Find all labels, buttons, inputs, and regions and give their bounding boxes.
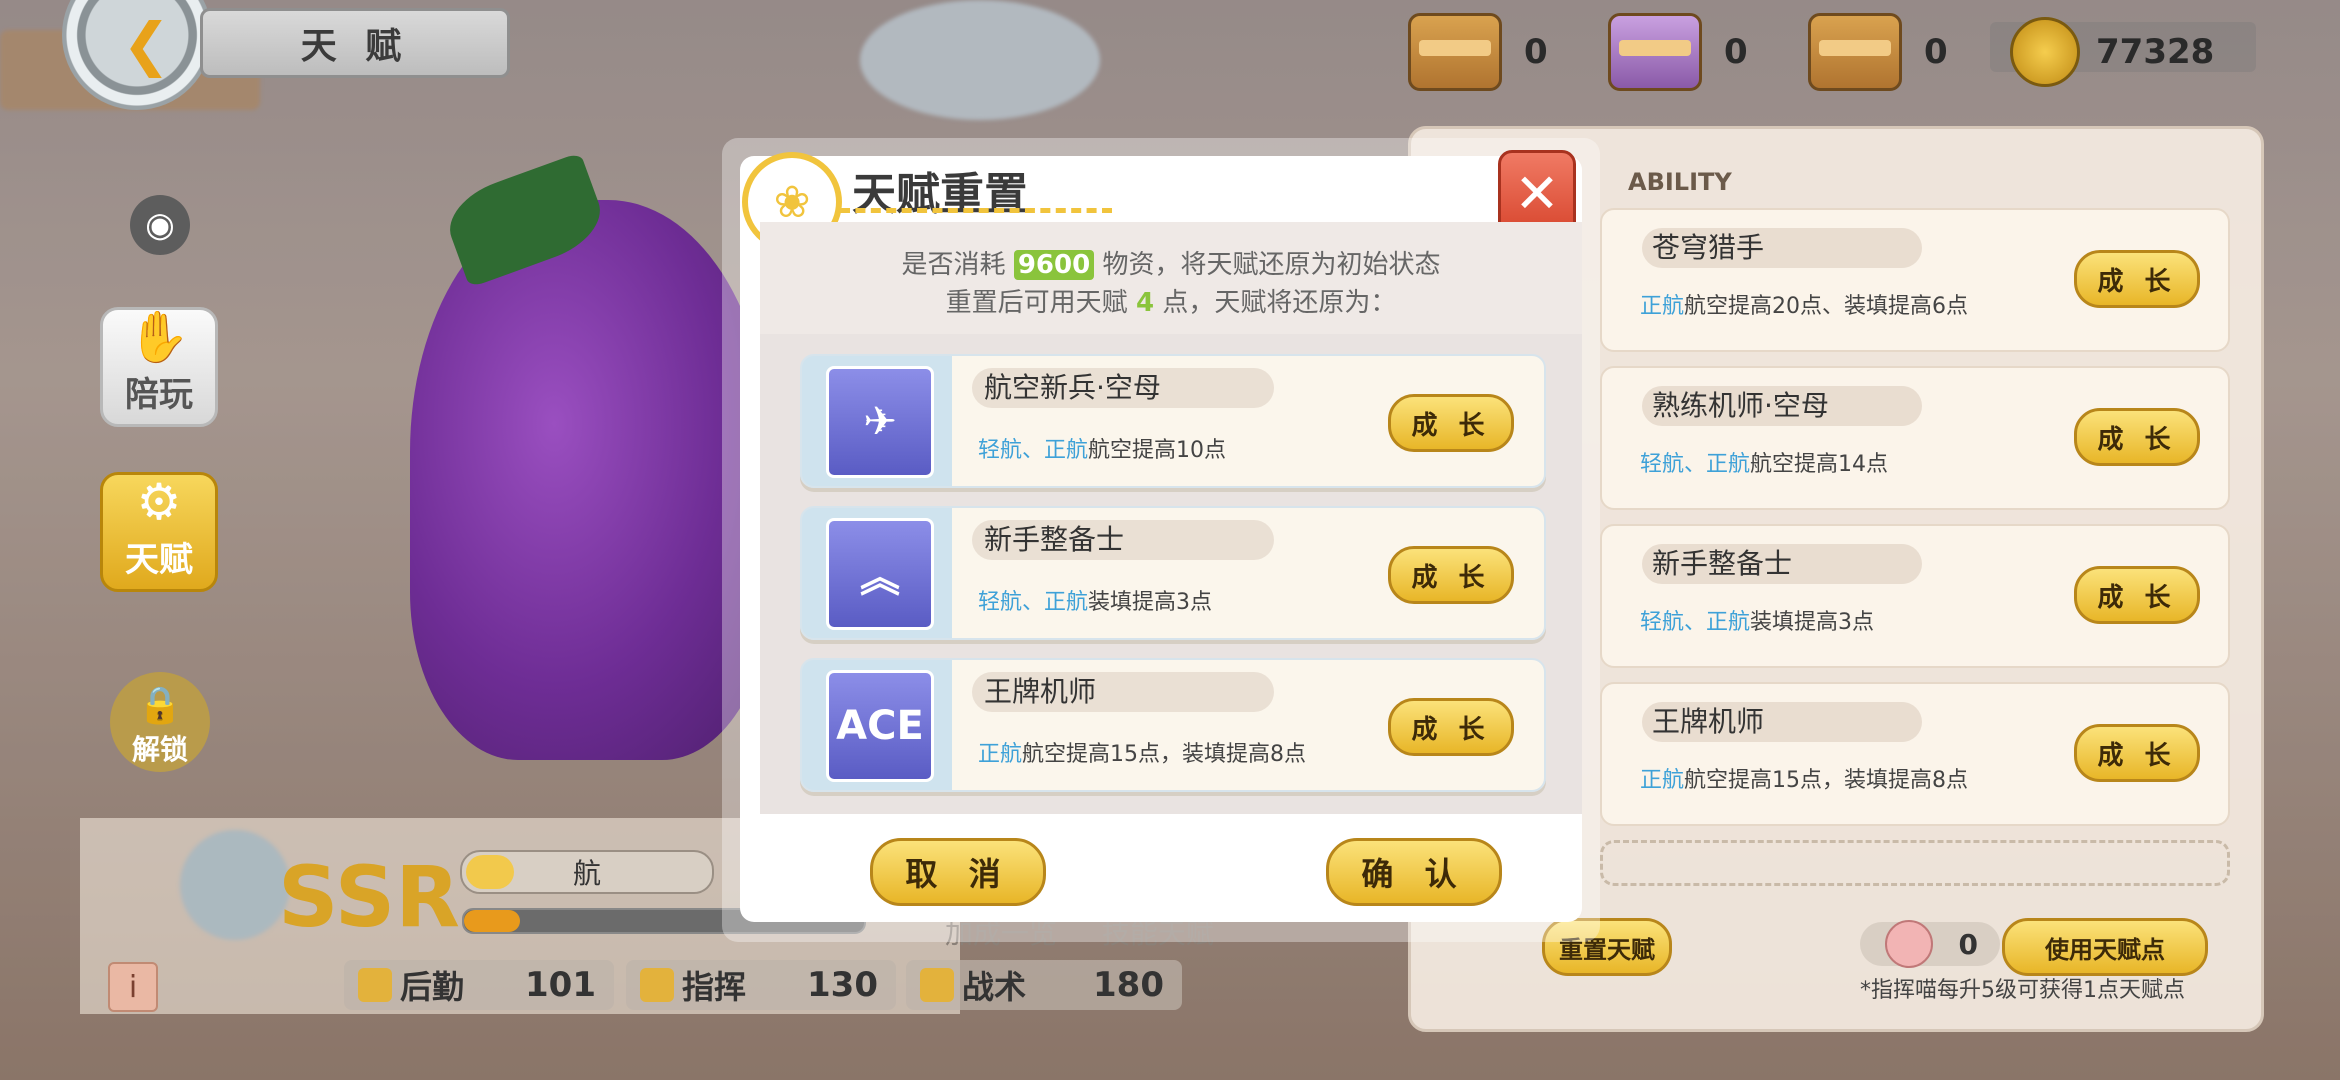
paw-icon xyxy=(1885,920,1934,968)
cancel-button[interactable]: 取 消 xyxy=(870,838,1046,906)
footnote: *指挥喵每升5级可获得1点天赋点 xyxy=(1860,978,2185,1003)
resource-purple-crate: 0 xyxy=(1608,12,1748,92)
talent-card: ✈ 航空新兵·空母 轻航、正航航空提高10点 成 长 xyxy=(800,354,1546,488)
close-icon: ✕ xyxy=(1514,161,1560,225)
book-icon xyxy=(920,968,954,1002)
captain-crate-icon xyxy=(1808,13,1902,91)
grow-button[interactable]: 成 长 xyxy=(1388,546,1514,604)
rarity-label: SSR xyxy=(278,848,460,946)
flag-icon xyxy=(640,968,674,1002)
talent-card: 熟练机师·空母 轻航、正航航空提高14点 成 长 xyxy=(1600,366,2230,510)
reset-talent-list: ✈ 航空新兵·空母 轻航、正航航空提高10点 成 长 ︽ 新手整备士 轻航、正航… xyxy=(760,334,1582,814)
unlock-button[interactable]: 🔒 解锁 xyxy=(110,672,210,772)
talent-list: 苍穹猎手 正航航空提高20点、装填提高6点 成 长 熟练机师·空母 轻航、正航航… xyxy=(1600,208,2230,886)
grow-button[interactable]: 成 长 xyxy=(2074,408,2200,466)
lock-icon: 🔒 xyxy=(137,685,183,726)
gear-paw-icon: ⚙ xyxy=(136,473,182,531)
confirm-button[interactable]: 确 认 xyxy=(1326,838,1502,906)
talent-card: 王牌机师 正航航空提高15点，装填提高8点 成 长 xyxy=(1600,682,2230,826)
use-talent-points-button[interactable]: 使用天赋点 xyxy=(2002,918,2208,976)
chevron-rank-icon: ︽ xyxy=(826,518,934,630)
info-icon[interactable]: i xyxy=(108,962,158,1012)
panel-subtitle: ABILITY xyxy=(1628,168,1732,196)
modal-message: 是否消耗 9600 物资，将天赋还原为初始状态 重置后可用天赋 4 点，天赋将还… xyxy=(760,222,1582,334)
eye-icon[interactable]: ◉ xyxy=(130,195,190,255)
stat-tactics: 战术 180 xyxy=(906,960,1182,1010)
cost-value: 9600 xyxy=(1013,250,1095,280)
pen-icon xyxy=(466,855,514,889)
exp-fill xyxy=(464,910,520,932)
character-portrait xyxy=(410,200,770,760)
play-button[interactable]: ✋ 陪玩 xyxy=(100,307,218,427)
stat-command: 指挥 130 xyxy=(626,960,896,1010)
resource-crate: 0 xyxy=(1408,12,1548,92)
talent-card: ACE 王牌机师 正航航空提高15点，装填提高8点 成 长 xyxy=(800,658,1546,792)
page-title: 天 赋 xyxy=(200,8,510,78)
grow-button[interactable]: 成 长 xyxy=(2074,566,2200,624)
crate-icon xyxy=(1408,13,1502,91)
grow-button[interactable]: 成 长 xyxy=(2074,250,2200,308)
talent-card: 苍穹猎手 正航航空提高20点、装填提高6点 成 长 xyxy=(1600,208,2230,352)
class-pill[interactable]: 航 xyxy=(460,850,714,894)
grow-button[interactable]: 成 长 xyxy=(1388,698,1514,756)
talent-points: 0 xyxy=(1860,920,2000,968)
stat-logistics: 后勤 101 xyxy=(344,960,614,1010)
paw-hand-icon: ✋ xyxy=(127,308,191,366)
back-arrow-icon: ❮ xyxy=(122,10,171,78)
grow-button[interactable]: 成 长 xyxy=(2074,724,2200,782)
grow-button[interactable]: 成 长 xyxy=(1388,394,1514,452)
talent-card: ︽ 新手整备士 轻航、正航装填提高3点 成 长 xyxy=(800,506,1546,640)
title-underline xyxy=(840,208,1112,213)
ace-icon: ACE xyxy=(826,670,934,782)
resource-captain-crate: 0 xyxy=(1808,12,1948,92)
talent-button[interactable]: ⚙ 天赋 xyxy=(100,472,218,592)
points-value: 4 xyxy=(1135,288,1155,318)
talent-card: 新手整备士 轻航、正航装填提高3点 成 长 xyxy=(1600,524,2230,668)
coin-icon xyxy=(2010,17,2080,87)
empty-talent-slot xyxy=(1600,840,2230,886)
purple-crate-icon xyxy=(1608,13,1702,91)
resource-coins: 77328 xyxy=(2010,12,2214,92)
plane-icon: ✈ xyxy=(826,366,934,478)
logistics-icon xyxy=(358,968,392,1002)
